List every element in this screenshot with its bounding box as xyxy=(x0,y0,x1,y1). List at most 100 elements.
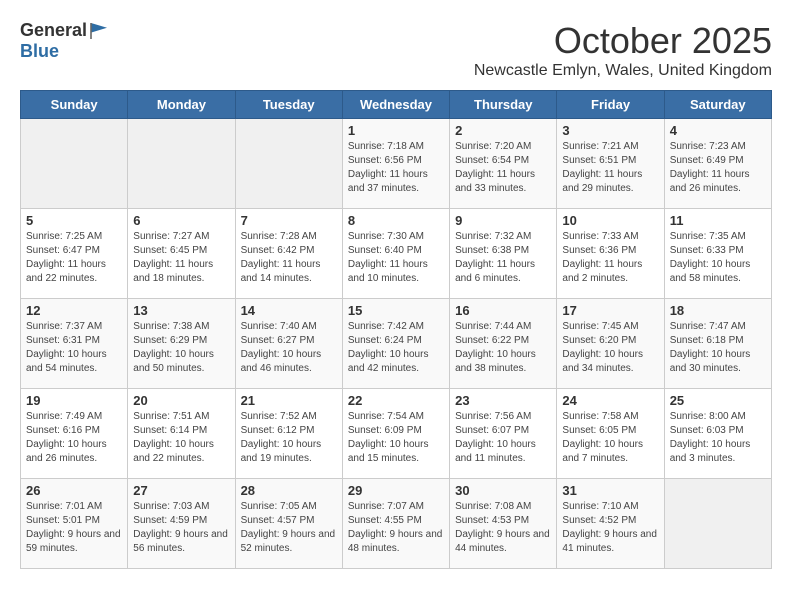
calendar-cell: 4Sunrise: 7:23 AM Sunset: 6:49 PM Daylig… xyxy=(664,119,771,209)
day-number: 11 xyxy=(670,213,766,228)
day-content: Sunrise: 7:37 AM Sunset: 6:31 PM Dayligh… xyxy=(26,320,122,376)
day-content: Sunrise: 7:47 AM Sunset: 6:18 PM Dayligh… xyxy=(670,320,766,376)
calendar-cell: 14 Sunrise: 7:40 AM Sunset: 6:27 PM Dayli… xyxy=(235,299,342,389)
calendar-cell: 17Sunrise: 7:45 AM Sunset: 6:20 PM Dayli… xyxy=(557,299,664,389)
calendar-body: 1 Sunrise: 7:18 AM Sunset: 6:56 PM Daylig… xyxy=(21,119,772,569)
weekday-header-sunday: Sunday xyxy=(21,91,128,119)
day-number: 15 xyxy=(348,303,444,318)
calendar-cell: 8 Sunrise: 7:30 AM Sunset: 6:40 PM Daylig… xyxy=(342,209,449,299)
weekday-header-monday: Monday xyxy=(128,91,235,119)
calendar-cell: 28 Sunrise: 7:05 AM Sunset: 4:57 PM Dayli… xyxy=(235,479,342,569)
calendar-cell: 1 Sunrise: 7:18 AM Sunset: 6:56 PM Daylig… xyxy=(342,119,449,209)
day-number: 27 xyxy=(133,483,229,498)
weekday-header-tuesday: Tuesday xyxy=(235,91,342,119)
day-number: 16 xyxy=(455,303,551,318)
calendar-cell xyxy=(235,119,342,209)
calendar-cell xyxy=(21,119,128,209)
logo-general-text: General xyxy=(20,20,87,41)
day-number: 17 xyxy=(562,303,658,318)
calendar-header: SundayMondayTuesdayWednesdayThursdayFrid… xyxy=(21,91,772,119)
calendar-cell: 20 Sunrise: 7:51 AM Sunset: 6:14 PM Dayli… xyxy=(128,389,235,479)
day-content: Sunrise: 7:10 AM Sunset: 4:52 PM Dayligh… xyxy=(562,500,658,556)
calendar-cell: 13 Sunrise: 7:38 AM Sunset: 6:29 PM Dayli… xyxy=(128,299,235,389)
weekday-header-row: SundayMondayTuesdayWednesdayThursdayFrid… xyxy=(21,91,772,119)
day-number: 9 xyxy=(455,213,551,228)
day-number: 19 xyxy=(26,393,122,408)
page-header: General Blue October 2025 Newcastle Emly… xyxy=(20,20,772,80)
day-content: Sunrise: 7:51 AM Sunset: 6:14 PM Dayligh… xyxy=(133,410,229,466)
calendar-cell: 11 Sunrise: 7:35 AM Sunset: 6:33 PM Dayli… xyxy=(664,209,771,299)
day-number: 3 xyxy=(562,123,658,138)
calendar-cell: 31 Sunrise: 7:10 AM Sunset: 4:52 PM Dayli… xyxy=(557,479,664,569)
day-number: 31 xyxy=(562,483,658,498)
calendar-cell: 24Sunrise: 7:58 AM Sunset: 6:05 PM Dayli… xyxy=(557,389,664,479)
day-number: 10 xyxy=(562,213,658,228)
day-content: Sunrise: 7:20 AM Sunset: 6:54 PM Dayligh… xyxy=(455,140,551,196)
calendar-cell: 10 Sunrise: 7:33 AM Sunset: 6:36 PM Dayli… xyxy=(557,209,664,299)
calendar-cell: 22 Sunrise: 7:54 AM Sunset: 6:09 PM Dayli… xyxy=(342,389,449,479)
day-number: 8 xyxy=(348,213,444,228)
day-content: Sunrise: 7:27 AM Sunset: 6:45 PM Dayligh… xyxy=(133,230,229,286)
day-content: Sunrise: 7:01 AM Sunset: 5:01 PM Dayligh… xyxy=(26,500,122,556)
calendar-cell: 3 Sunrise: 7:21 AM Sunset: 6:51 PM Daylig… xyxy=(557,119,664,209)
calendar-cell: 18Sunrise: 7:47 AM Sunset: 6:18 PM Dayli… xyxy=(664,299,771,389)
day-number: 20 xyxy=(133,393,229,408)
logo-blue-text: Blue xyxy=(20,41,59,62)
day-content: Sunrise: 7:58 AM Sunset: 6:05 PM Dayligh… xyxy=(562,410,658,466)
logo: General Blue xyxy=(20,20,109,62)
day-content: Sunrise: 7:07 AM Sunset: 4:55 PM Dayligh… xyxy=(348,500,444,556)
calendar-cell: 23 Sunrise: 7:56 AM Sunset: 6:07 PM Dayli… xyxy=(450,389,557,479)
day-content: Sunrise: 7:42 AM Sunset: 6:24 PM Dayligh… xyxy=(348,320,444,376)
day-content: Sunrise: 7:25 AM Sunset: 6:47 PM Dayligh… xyxy=(26,230,122,286)
day-content: Sunrise: 7:52 AM Sunset: 6:12 PM Dayligh… xyxy=(241,410,337,466)
calendar-week-row: 12 Sunrise: 7:37 AM Sunset: 6:31 PM Dayli… xyxy=(21,299,772,389)
day-number: 2 xyxy=(455,123,551,138)
calendar-week-row: 1 Sunrise: 7:18 AM Sunset: 6:56 PM Daylig… xyxy=(21,119,772,209)
location-text: Newcastle Emlyn, Wales, United Kingdom xyxy=(474,62,772,80)
day-content: Sunrise: 7:30 AM Sunset: 6:40 PM Dayligh… xyxy=(348,230,444,286)
calendar-week-row: 26Sunrise: 7:01 AM Sunset: 5:01 PM Dayli… xyxy=(21,479,772,569)
calendar-week-row: 5 Sunrise: 7:25 AM Sunset: 6:47 PM Daylig… xyxy=(21,209,772,299)
weekday-header-friday: Friday xyxy=(557,91,664,119)
calendar-cell: 7 Sunrise: 7:28 AM Sunset: 6:42 PM Daylig… xyxy=(235,209,342,299)
calendar-cell: 30Sunrise: 7:08 AM Sunset: 4:53 PM Dayli… xyxy=(450,479,557,569)
day-content: Sunrise: 7:56 AM Sunset: 6:07 PM Dayligh… xyxy=(455,410,551,466)
day-number: 12 xyxy=(26,303,122,318)
calendar-cell: 19Sunrise: 7:49 AM Sunset: 6:16 PM Dayli… xyxy=(21,389,128,479)
day-content: Sunrise: 7:33 AM Sunset: 6:36 PM Dayligh… xyxy=(562,230,658,286)
calendar-cell: 6 Sunrise: 7:27 AM Sunset: 6:45 PM Daylig… xyxy=(128,209,235,299)
day-content: Sunrise: 7:18 AM Sunset: 6:56 PM Dayligh… xyxy=(348,140,444,196)
day-content: Sunrise: 7:54 AM Sunset: 6:09 PM Dayligh… xyxy=(348,410,444,466)
day-content: Sunrise: 7:40 AM Sunset: 6:27 PM Dayligh… xyxy=(241,320,337,376)
day-content: Sunrise: 7:35 AM Sunset: 6:33 PM Dayligh… xyxy=(670,230,766,286)
calendar-cell: 27 Sunrise: 7:03 AM Sunset: 4:59 PM Dayli… xyxy=(128,479,235,569)
day-number: 23 xyxy=(455,393,551,408)
day-number: 1 xyxy=(348,123,444,138)
calendar-cell: 26Sunrise: 7:01 AM Sunset: 5:01 PM Dayli… xyxy=(21,479,128,569)
day-number: 13 xyxy=(133,303,229,318)
calendar-cell: 29 Sunrise: 7:07 AM Sunset: 4:55 PM Dayli… xyxy=(342,479,449,569)
day-number: 28 xyxy=(241,483,337,498)
calendar-cell: 2 Sunrise: 7:20 AM Sunset: 6:54 PM Daylig… xyxy=(450,119,557,209)
day-number: 7 xyxy=(241,213,337,228)
day-content: Sunrise: 8:00 AM Sunset: 6:03 PM Dayligh… xyxy=(670,410,766,466)
day-content: Sunrise: 7:32 AM Sunset: 6:38 PM Dayligh… xyxy=(455,230,551,286)
day-number: 6 xyxy=(133,213,229,228)
day-number: 4 xyxy=(670,123,766,138)
day-content: Sunrise: 7:03 AM Sunset: 4:59 PM Dayligh… xyxy=(133,500,229,556)
month-title: October 2025 xyxy=(474,20,772,62)
day-number: 22 xyxy=(348,393,444,408)
day-content: Sunrise: 7:38 AM Sunset: 6:29 PM Dayligh… xyxy=(133,320,229,376)
calendar-cell: 12 Sunrise: 7:37 AM Sunset: 6:31 PM Dayli… xyxy=(21,299,128,389)
day-number: 30 xyxy=(455,483,551,498)
calendar-cell: 9 Sunrise: 7:32 AM Sunset: 6:38 PM Daylig… xyxy=(450,209,557,299)
day-number: 14 xyxy=(241,303,337,318)
calendar-cell: 21Sunrise: 7:52 AM Sunset: 6:12 PM Dayli… xyxy=(235,389,342,479)
day-number: 5 xyxy=(26,213,122,228)
title-section: October 2025 Newcastle Emlyn, Wales, Uni… xyxy=(474,20,772,80)
day-content: Sunrise: 7:21 AM Sunset: 6:51 PM Dayligh… xyxy=(562,140,658,196)
day-content: Sunrise: 7:28 AM Sunset: 6:42 PM Dayligh… xyxy=(241,230,337,286)
day-content: Sunrise: 7:05 AM Sunset: 4:57 PM Dayligh… xyxy=(241,500,337,556)
calendar-cell xyxy=(128,119,235,209)
day-number: 29 xyxy=(348,483,444,498)
